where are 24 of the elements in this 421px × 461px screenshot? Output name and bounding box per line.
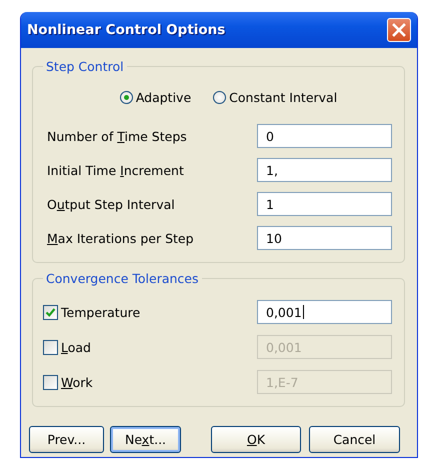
group-title: Convergence Tolerances <box>45 271 200 286</box>
radio-option[interactable]: Adaptive <box>120 90 192 105</box>
input-field[interactable]: 1, <box>257 158 392 182</box>
input-field[interactable]: 0 <box>257 124 392 148</box>
input-field[interactable]: 0,001 <box>257 300 392 324</box>
dialog-button[interactable]: Prev... <box>29 426 104 453</box>
field-label: Initial Time Increment <box>47 162 184 178</box>
field-label: Max Iterations per Step <box>47 230 194 246</box>
checkbox[interactable]: Load <box>43 340 91 354</box>
checkbox[interactable]: Temperature <box>43 304 140 320</box>
checkbox[interactable]: Work <box>43 374 93 390</box>
close-icon <box>391 22 407 38</box>
check-icon <box>45 306 56 318</box>
input-field[interactable]: 1 <box>257 192 392 216</box>
field-label: Number of Time Steps <box>47 128 187 144</box>
dialog-button[interactable]: Cancel <box>309 426 400 453</box>
dialog-button[interactable]: OK <box>211 426 301 453</box>
close-button[interactable] <box>387 18 411 42</box>
field-label: Output Step Interval <box>47 196 175 212</box>
window-title: Nonlinear Control Options <box>27 22 226 38</box>
dialog-button[interactable]: Next... <box>110 426 181 453</box>
group-title: Step Control <box>45 59 125 74</box>
radio-option[interactable]: Constant Interval <box>213 90 338 105</box>
input-field[interactable]: 10 <box>257 226 392 250</box>
